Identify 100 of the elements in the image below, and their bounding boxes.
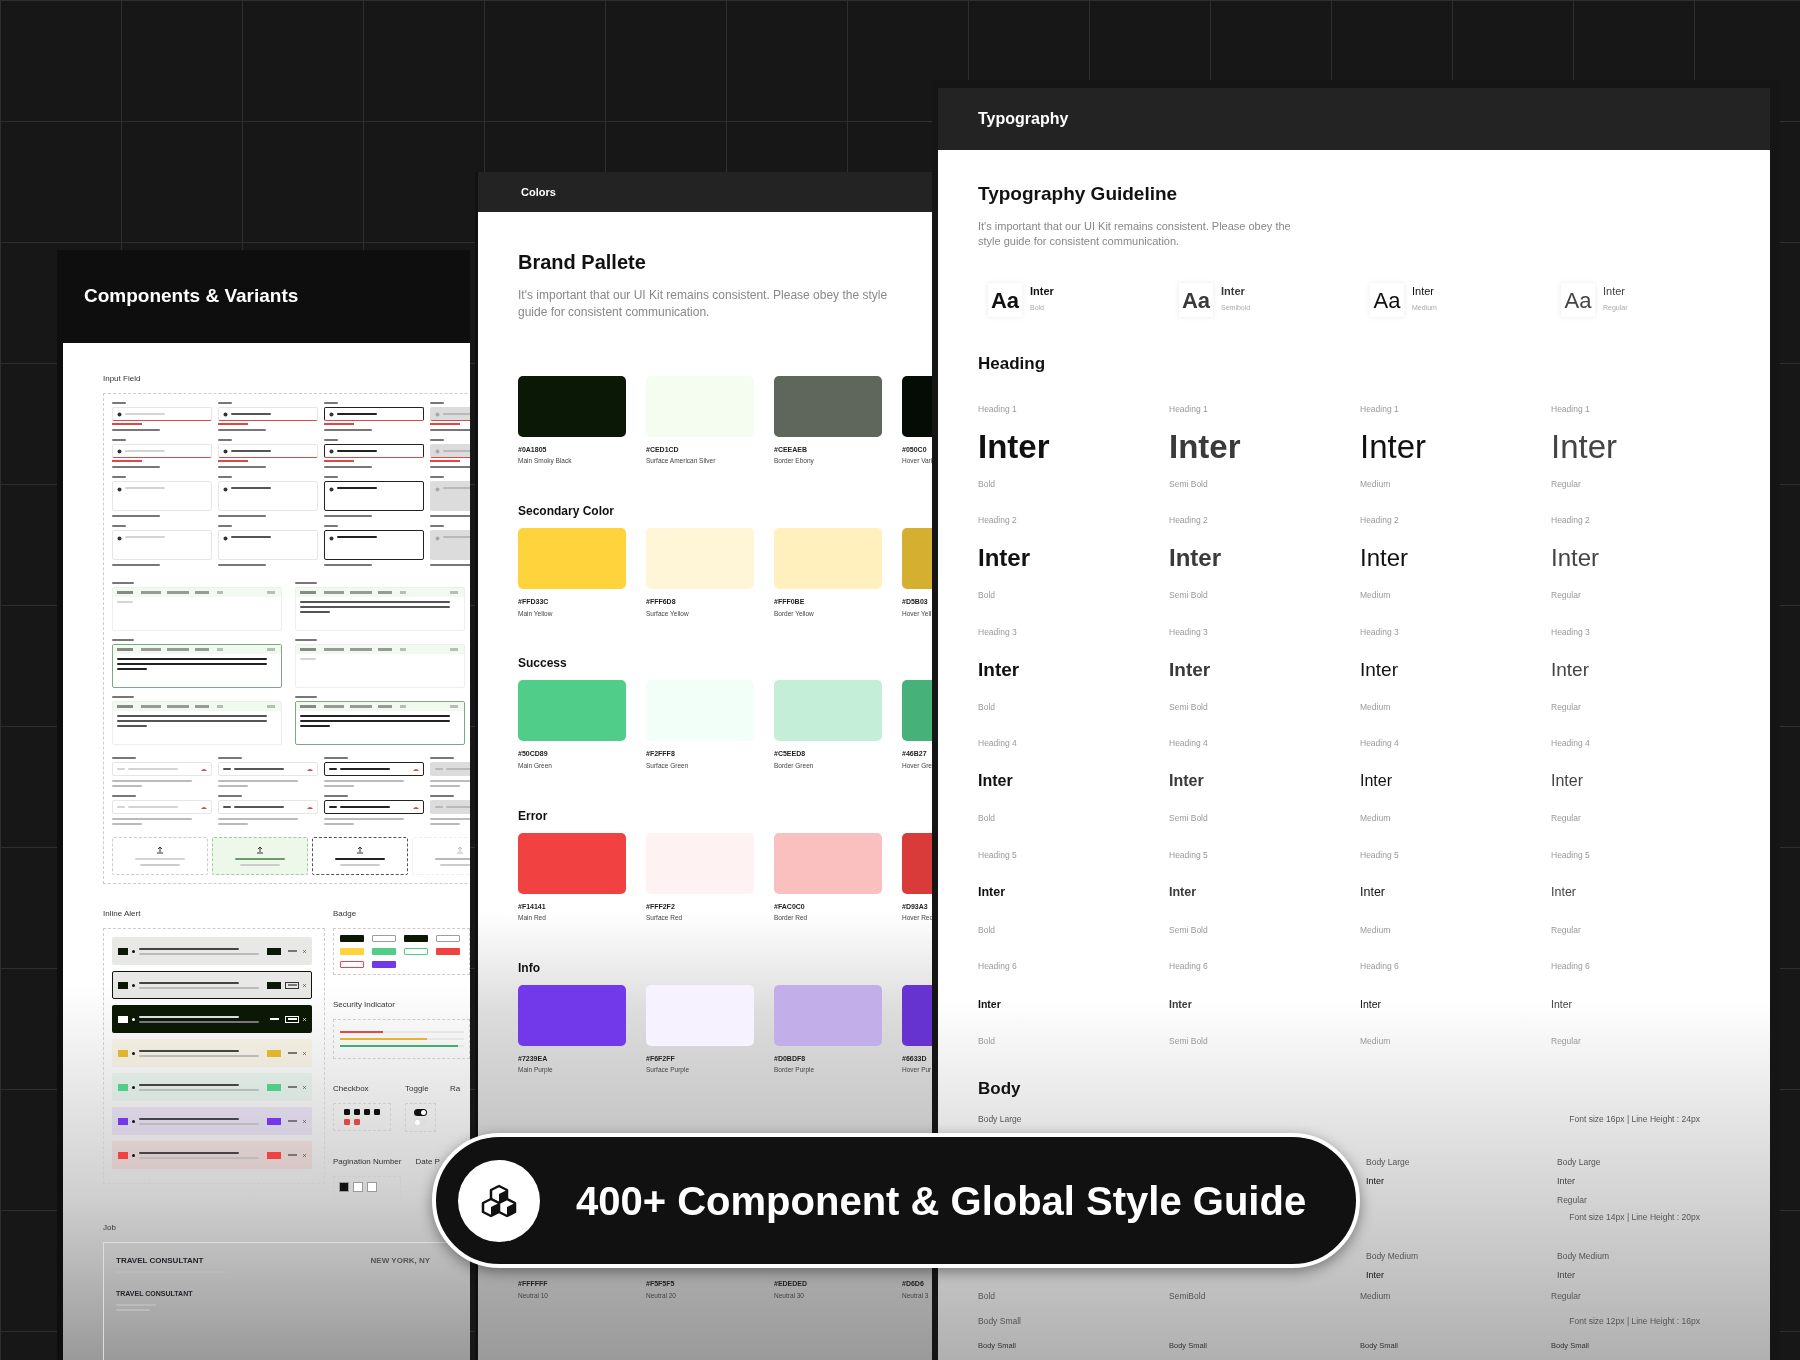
- panel-title: Components & Variants: [83, 284, 300, 309]
- weight-label: Regular: [1551, 477, 1582, 491]
- type-sample: Inter: [1551, 658, 1590, 683]
- section-title: Ra: [450, 1083, 461, 1095]
- style-label: Body Large: [1557, 1156, 1602, 1169]
- type-sample: Inter: [1360, 884, 1385, 902]
- font-name: Inter: [1221, 284, 1246, 300]
- type-sample: Inter: [1360, 429, 1427, 464]
- font-name: Inter: [1412, 284, 1435, 300]
- style-label: Heading 3: [1551, 625, 1591, 639]
- type-sample: Inter: [1551, 543, 1600, 574]
- style-label: Body Medium: [1366, 1249, 1419, 1263]
- type-sample: Inter: [1360, 543, 1409, 574]
- style-label: Heading 2: [978, 514, 1018, 528]
- style-label: Heading 5: [1551, 848, 1591, 862]
- weight-label: Regular: [1551, 700, 1582, 714]
- type-sample: Inter: [978, 771, 1013, 792]
- section-title: Badge: [333, 908, 358, 920]
- style-label: Body Small: [978, 1314, 1021, 1328]
- style-label: Heading 1: [1551, 402, 1591, 416]
- font-sample: Aa: [1370, 283, 1404, 318]
- weight-label: Semi Bold: [1169, 589, 1209, 602]
- style-label: Heading 2: [1360, 514, 1400, 528]
- page-heading: Typography Guideline: [978, 182, 1179, 206]
- style-label: Heading 5: [1169, 848, 1209, 862]
- weight-label: Bold: [978, 477, 996, 491]
- style-label: Heading 2: [1169, 514, 1209, 528]
- type-sample: Inter: [1169, 543, 1221, 574]
- section-title: Checkbox: [333, 1083, 370, 1095]
- font-spec: Font size 14px | Line Height : 20px: [1569, 1211, 1700, 1224]
- section-title: Pagination Number: [333, 1156, 402, 1168]
- weight-label: Medium: [1360, 700, 1392, 714]
- type-sample: Inter: [978, 884, 1006, 902]
- font-name: Inter: [1030, 284, 1054, 300]
- type-sample: Inter: [1169, 996, 1192, 1012]
- type-sample: Inter: [1360, 996, 1381, 1012]
- style-label: Heading 1: [1360, 402, 1400, 416]
- type-sample: Inter: [1169, 771, 1204, 792]
- weight-label: Semi Bold: [1169, 923, 1209, 937]
- weight-label: Regular: [1551, 1290, 1582, 1303]
- section-title: Info: [518, 959, 541, 977]
- section-title: Security Indicator: [333, 999, 396, 1011]
- weight-label: Medium: [1360, 1035, 1392, 1048]
- style-label: Heading 5: [978, 848, 1018, 862]
- weight-label: Semi Bold: [1169, 812, 1209, 825]
- style-label: Heading 6: [978, 960, 1018, 974]
- type-sample: Inter: [978, 543, 1030, 574]
- section-title: Error: [518, 807, 549, 825]
- style-label: Heading 2: [1551, 514, 1591, 528]
- weight-label: Regular: [1551, 812, 1582, 825]
- weight-label: Semi Bold: [1169, 700, 1209, 714]
- style-label: Heading 4: [1360, 737, 1400, 751]
- section-title: Job: [103, 1222, 117, 1234]
- type-sample: Inter: [1360, 658, 1399, 683]
- style-label: Heading 6: [1551, 960, 1591, 974]
- weight-label: Medium: [1360, 812, 1392, 825]
- type-sample: Inter: [1551, 429, 1618, 464]
- job-title: TRAVEL CONSULTANT: [116, 1255, 205, 1267]
- page-description: It's important that our UI Kit remains consistent. Please obey the style guide for consistent communication.: [978, 218, 1292, 249]
- weight-label: Bold: [978, 1035, 996, 1048]
- weight-label: Semi Bold: [1169, 477, 1209, 491]
- type-sample: Inter: [978, 658, 1020, 683]
- section-title: Body: [978, 1077, 1022, 1100]
- job-location: NEW YORK, NY: [370, 1255, 430, 1267]
- style-label: Heading 4: [1169, 737, 1209, 751]
- type-sample: Inter: [1557, 1174, 1575, 1188]
- style-label: Heading 6: [1360, 960, 1400, 974]
- panel-title: Typography: [938, 88, 1770, 150]
- weight-label: Medium: [1360, 1290, 1392, 1303]
- font-sample: Aa: [988, 283, 1022, 318]
- type-sample: Inter: [978, 996, 1001, 1012]
- weight-label: Medium: [1360, 923, 1392, 937]
- weight-label: Bold: [978, 1290, 996, 1303]
- weight-label: Regular: [1551, 589, 1582, 602]
- style-label: Heading 3: [978, 625, 1018, 639]
- section-title: Date P: [415, 1156, 440, 1168]
- style-label: Heading 5: [1360, 848, 1400, 862]
- type-sample: Inter: [1169, 658, 1211, 683]
- type-sample: Inter: [1169, 429, 1241, 464]
- type-sample: Inter: [1557, 1268, 1575, 1282]
- type-sample: Inter: [1360, 771, 1392, 792]
- page-heading: Brand Pallete: [518, 250, 647, 275]
- weight-label: Bold: [978, 589, 996, 602]
- type-sample: Inter: [1169, 884, 1197, 902]
- type-sample: Inter: [1551, 884, 1576, 902]
- weight-label: Bold: [978, 700, 996, 714]
- weight-label: Regular: [1551, 1035, 1582, 1048]
- weight-label: Semi Bold: [1169, 1035, 1209, 1048]
- type-sample: Inter: [1551, 996, 1572, 1012]
- style-label: Body Large: [978, 1113, 1022, 1127]
- style-label: Heading 1: [978, 402, 1018, 416]
- banner-title: 400+ Component & Global Style Guide: [576, 1177, 1307, 1225]
- font-sample: Aa: [1561, 283, 1595, 318]
- section-title: Heading: [978, 353, 1047, 376]
- weight-label: Regular: [1551, 923, 1582, 937]
- style-label: Body Large: [1366, 1156, 1411, 1169]
- font-sample: Aa: [1179, 283, 1213, 318]
- weight-label: SemiBold: [1169, 1290, 1207, 1303]
- section-title: Input Field: [103, 373, 142, 385]
- style-label: Heading 4: [978, 737, 1018, 751]
